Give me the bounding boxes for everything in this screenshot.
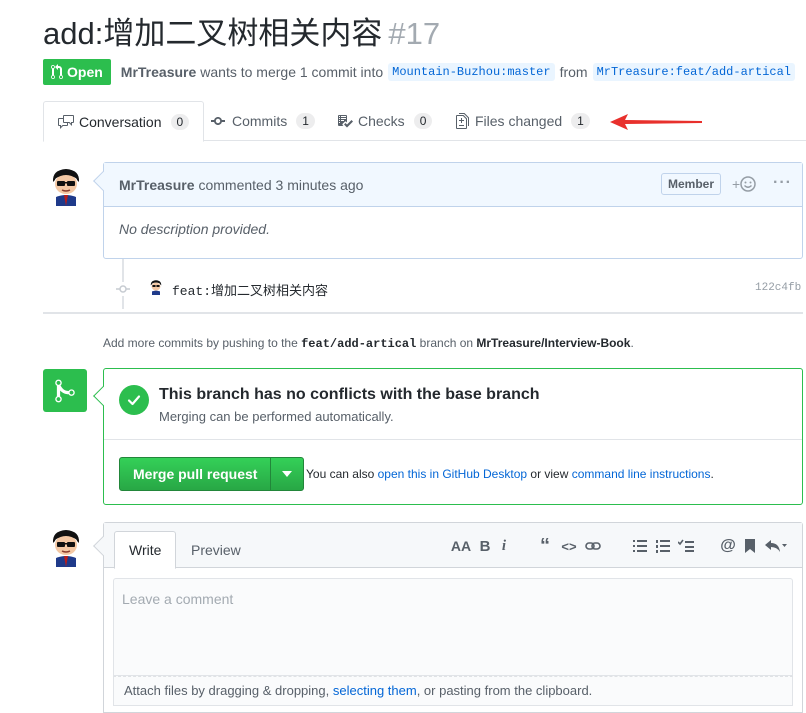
tab-checks[interactable]: Checks 0 bbox=[337, 101, 433, 141]
tab-commits[interactable]: Commits 1 bbox=[211, 101, 315, 141]
red-arrow-icon bbox=[610, 114, 702, 130]
pr-meta: Open MrTreasure wants to merge 1 commit … bbox=[43, 59, 800, 85]
mention-icon[interactable]: @ bbox=[719, 537, 737, 555]
also-prefix: You can also bbox=[306, 467, 375, 481]
comment-author[interactable]: MrTreasure bbox=[119, 177, 194, 193]
tab-conversation[interactable]: Conversation 0 bbox=[43, 101, 205, 142]
hint-branch: feat/add-artical bbox=[301, 337, 417, 351]
timeline-divider bbox=[43, 312, 803, 314]
base-branch[interactable]: Mountain-Buzhou:master bbox=[388, 63, 555, 81]
or-view-text: or view bbox=[530, 467, 569, 481]
tab-label: Checks bbox=[358, 113, 405, 129]
checklist-icon bbox=[338, 115, 353, 128]
member-badge: Member bbox=[661, 173, 722, 195]
code-icon[interactable]: <> bbox=[560, 537, 578, 555]
add-reaction-button[interactable]: + bbox=[732, 176, 756, 192]
period-text: . bbox=[710, 467, 714, 481]
merge-button-group: Merge pull request bbox=[119, 457, 305, 491]
bookmark-icon[interactable] bbox=[741, 537, 759, 555]
push-hint: Add more commits by pushing to the feat/… bbox=[103, 336, 634, 351]
bold-icon[interactable]: B bbox=[476, 537, 494, 555]
tab-label: Files changed bbox=[475, 113, 563, 129]
from-text: from bbox=[559, 64, 588, 80]
reply-icon[interactable] bbox=[764, 537, 788, 555]
commit-message-text: feat:增加二叉树相关内容 bbox=[172, 284, 329, 299]
comment-textarea[interactable]: Leave a comment bbox=[113, 578, 793, 676]
git-merge-icon bbox=[43, 369, 87, 412]
state-badge: Open bbox=[43, 59, 111, 85]
file-diff-icon bbox=[456, 113, 469, 129]
select-files-link[interactable]: selecting them bbox=[333, 683, 417, 698]
more-options-icon[interactable]: ··· bbox=[773, 174, 792, 192]
merge-method-dropdown[interactable] bbox=[271, 458, 303, 490]
merge-status-subtitle: Merging can be performed automatically. bbox=[159, 409, 394, 424]
triangle-down-icon bbox=[282, 471, 293, 477]
tab-counter: 0 bbox=[413, 113, 433, 129]
commit-dot-icon bbox=[116, 282, 130, 296]
pr-number: #17 bbox=[388, 16, 441, 51]
link-icon[interactable] bbox=[584, 537, 602, 555]
tab-label: Conversation bbox=[79, 113, 162, 130]
comment-body: No description provided. bbox=[119, 221, 270, 237]
comment-timestamp[interactable]: commented 3 minutes ago bbox=[198, 177, 363, 193]
head-branch[interactable]: MrTreasure:feat/add-artical bbox=[592, 63, 795, 81]
pr-author-link[interactable]: MrTreasure bbox=[121, 64, 196, 80]
merge-caret bbox=[93, 386, 113, 406]
check-circle-icon bbox=[119, 385, 149, 415]
git-commit-icon bbox=[211, 117, 225, 125]
pr-title-text: add:增加二叉树相关内容 bbox=[43, 16, 383, 51]
write-tab[interactable]: Write bbox=[114, 531, 177, 569]
commit-message[interactable]: feat:增加二叉树相关内容 bbox=[172, 280, 328, 299]
hint-prefix: Add more commits by pushing to the bbox=[103, 336, 298, 350]
hint-middle: branch on bbox=[419, 336, 474, 350]
state-label: Open bbox=[67, 64, 103, 80]
tab-files-changed[interactable]: Files changed 1 bbox=[454, 101, 590, 141]
merge-text: wants to merge 1 commit into bbox=[200, 64, 384, 80]
merge-box: This branch has no conflicts with the ba… bbox=[93, 368, 803, 505]
comment-discussion-icon bbox=[58, 114, 74, 129]
tab-label: Commits bbox=[232, 113, 288, 129]
smiley-icon bbox=[740, 176, 756, 192]
ordered-list-icon[interactable] bbox=[654, 537, 672, 555]
comment-box: MrTreasure commented 3 minutes ago Membe… bbox=[93, 162, 803, 259]
tab-counter: 1 bbox=[296, 113, 315, 129]
header-icon[interactable]: AA bbox=[451, 537, 471, 555]
attach-files-bar[interactable]: Attach files by dragging & dropping, sel… bbox=[113, 676, 793, 706]
unordered-list-icon[interactable] bbox=[631, 537, 649, 555]
pull-request-icon bbox=[51, 64, 63, 80]
merge-pull-request-button[interactable]: Merge pull request bbox=[120, 458, 272, 490]
avatar[interactable] bbox=[46, 166, 86, 206]
attach-prefix: Attach files by dragging & dropping, bbox=[124, 683, 330, 698]
quote-icon[interactable]: “ bbox=[536, 535, 554, 557]
merge-alternatives: You can also open this in GitHub Desktop… bbox=[306, 467, 714, 481]
tab-counter: 1 bbox=[571, 113, 590, 129]
attach-suffix: , or pasting from the clipboard. bbox=[416, 683, 593, 698]
merge-status-title: This branch has no conflicts with the ba… bbox=[159, 386, 540, 403]
plus-icon: + bbox=[732, 176, 741, 192]
commit-sha[interactable]: 122c4fb bbox=[755, 282, 801, 294]
comment-header: MrTreasure commented 3 minutes ago Membe… bbox=[104, 163, 802, 207]
commit-avatar[interactable] bbox=[148, 279, 164, 295]
editor-header: Write Preview AA B i “ <> @ bbox=[104, 523, 802, 569]
new-comment-form: Write Preview AA B i “ <> @ Leave a comm… bbox=[93, 522, 803, 713]
hint-suffix: . bbox=[630, 336, 634, 350]
tab-counter: 0 bbox=[170, 113, 190, 130]
italic-icon[interactable]: i bbox=[495, 537, 513, 555]
cli-instructions-link[interactable]: command line instructions bbox=[572, 467, 711, 481]
merge-divider bbox=[104, 439, 802, 440]
github-desktop-link[interactable]: open this in GitHub Desktop bbox=[378, 467, 527, 481]
tasklist-icon[interactable] bbox=[677, 537, 695, 555]
preview-tab[interactable]: Preview bbox=[177, 531, 255, 569]
hint-repo: MrTreasure/Interview-Book bbox=[476, 336, 631, 350]
current-user-avatar[interactable] bbox=[46, 527, 86, 567]
pr-title: add:增加二叉树相关内容 #17 bbox=[43, 12, 440, 56]
